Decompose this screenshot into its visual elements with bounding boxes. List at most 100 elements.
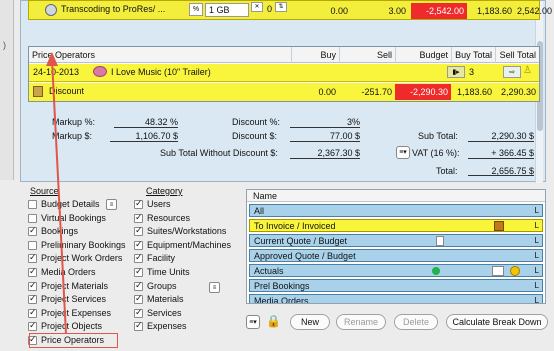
view-row[interactable]: Actuals L [249, 264, 543, 277]
close-icon[interactable]: ✕ [251, 2, 263, 12]
checkbox[interactable] [134, 238, 143, 251]
view-row[interactable]: Current Quote / Budget L [249, 234, 543, 247]
source-checkbox-item[interactable]: Media Orders [28, 265, 96, 279]
source-checkbox-item[interactable]: Bookings [28, 224, 79, 238]
category-checkbox-item[interactable]: Resources [134, 211, 190, 225]
category-heading: Category [146, 186, 183, 196]
checkbox[interactable] [134, 292, 143, 305]
checkbox[interactable] [134, 279, 143, 292]
source-checkbox-item[interactable]: Project Materials [28, 279, 108, 293]
bookings-icon[interactable]: ▮▸ [447, 66, 465, 78]
transcode-buy: 0.00 [330, 6, 348, 16]
category-checkbox-item[interactable]: Services [134, 306, 182, 320]
row-project-title: I Love Music (10" Trailer) [111, 67, 211, 77]
size-field[interactable]: 1 GB [205, 3, 249, 17]
checkbox[interactable] [28, 240, 37, 250]
transcode-line-row[interactable]: Transcoding to ProRes/ ... % 1 GB ✕ 0 ⇅ … [28, 0, 552, 20]
checkbox[interactable] [28, 213, 37, 223]
total-value: 2,656.75 $ [468, 166, 534, 176]
subtotal-value: 2,290.30 $ [468, 131, 534, 142]
view-row[interactable]: All L [249, 204, 543, 217]
view-row[interactable]: Approved Quote / Budget L [249, 249, 543, 262]
discount-amt-field[interactable]: 77.00 $ [290, 131, 360, 142]
discount-pct-field[interactable]: 3% [290, 117, 360, 128]
source-checkbox-item[interactable]: Virtual Bookings [28, 212, 106, 225]
view-flag: L [534, 251, 539, 260]
rename-button[interactable]: Rename [336, 314, 386, 330]
checkbox-label: Bookings [41, 226, 79, 237]
category-checkbox-item[interactable]: Groups [134, 279, 177, 293]
view-label: All [254, 206, 265, 216]
source-checkbox-item[interactable]: Preliminary Bookings [28, 239, 126, 252]
checkbox-label: Materials [147, 294, 184, 305]
source-checkbox-item[interactable]: Project Work Orders [28, 251, 122, 265]
col-budget[interactable]: Budget [395, 47, 451, 63]
checkbox-label: Groups [147, 280, 177, 291]
card-icon [492, 266, 504, 276]
checkbox-label: Media Orders [41, 267, 96, 277]
checkbox[interactable] [134, 306, 143, 319]
checkbox[interactable] [134, 251, 143, 264]
view-label: To Invoice / Invoiced [254, 221, 336, 231]
checkbox-label: Project Services [41, 294, 107, 305]
gear-icon [45, 4, 57, 16]
checkbox[interactable] [28, 265, 37, 278]
checkbox[interactable] [28, 224, 37, 237]
groups-menu-icon[interactable]: ≡ [209, 282, 220, 293]
checkbox[interactable] [28, 279, 37, 292]
price-operators-table: Price Operators Buy Sell Budget Buy Tota… [28, 46, 540, 102]
transcode-sell: 3.00 [388, 6, 406, 16]
views-menu-icon[interactable]: ≡▾ [246, 315, 260, 329]
checkbox[interactable] [28, 251, 37, 264]
col-sell-total[interactable]: Sell Total [495, 47, 539, 63]
view-label: Media Orders [254, 296, 309, 304]
checkbox[interactable] [134, 211, 143, 224]
markup-pct-value: 48.32 % [114, 117, 178, 128]
checkbox[interactable] [28, 292, 37, 305]
view-row[interactable]: Media Orders L [249, 294, 543, 304]
checkbox-label: Equipment/Machines [147, 239, 232, 250]
subtotal-no-discount-label: Sub Total Without Discount $: [160, 148, 278, 158]
checkbox-label: Project Expenses [41, 307, 112, 318]
col-sell[interactable]: Sell [339, 47, 395, 63]
view-row[interactable]: To Invoice / Invoiced L [249, 219, 543, 232]
collapse-handle[interactable]: ) [3, 40, 6, 50]
row-discount-name: Discount [49, 86, 85, 96]
table-row[interactable]: Discount 0.00 -251.70 -2,290.30 1,183.60… [29, 83, 539, 101]
checkbox[interactable] [134, 319, 143, 332]
checkbox[interactable] [28, 319, 37, 332]
checkbox[interactable] [134, 265, 143, 278]
checkbox[interactable] [134, 224, 143, 237]
checkbox[interactable] [134, 197, 143, 210]
new-button[interactable]: New [290, 314, 330, 330]
source-checkbox-item[interactable]: Project Objects [28, 319, 102, 333]
table-row[interactable]: 24-10-2013 I Love Music (10" Trailer) ▮▸… [29, 64, 539, 82]
category-checkbox-item[interactable]: Users [134, 197, 171, 211]
delete-button[interactable]: Delete [394, 314, 438, 330]
vat-menu-icon[interactable]: ≡▾ [396, 146, 410, 159]
calculate-break-down-button[interactable]: Calculate Break Down [446, 314, 548, 330]
category-checkbox-item[interactable]: Suites/Workstations [134, 224, 226, 238]
checkbox[interactable] [28, 306, 37, 319]
category-checkbox-item[interactable]: Time Units [134, 265, 190, 279]
category-checkbox-item[interactable]: Facility [134, 251, 175, 265]
source-checkbox-item[interactable]: Project Expenses [28, 306, 112, 320]
col-price-operators[interactable]: Price Operators [29, 47, 291, 63]
link-icon[interactable]: ⇨ [503, 66, 521, 78]
category-checkbox-item[interactable]: Equipment/Machines [134, 238, 232, 252]
source-checkbox-item[interactable]: Budget Details [28, 198, 100, 211]
col-buy[interactable]: Buy [291, 47, 339, 63]
view-row[interactable]: Prel Bookings L [249, 279, 543, 292]
markup-amt-label: Markup $: [52, 131, 93, 141]
view-label: Approved Quote / Budget [254, 251, 356, 261]
source-checkbox-item[interactable]: Project Services [28, 292, 107, 306]
budget-details-menu-icon[interactable]: ≡ [106, 199, 117, 210]
stepper-icon[interactable]: ⇅ [275, 2, 287, 12]
checkbox[interactable] [28, 200, 37, 209]
lock-icon[interactable]: 🔒 [266, 314, 281, 329]
col-buy-total[interactable]: Buy Total [451, 47, 495, 63]
percent-icon[interactable]: % [189, 3, 203, 16]
category-checkbox-item[interactable]: Materials [134, 292, 184, 306]
vat-value: + 366.45 $ [468, 148, 534, 159]
category-checkbox-item[interactable]: Expenses [134, 319, 187, 333]
